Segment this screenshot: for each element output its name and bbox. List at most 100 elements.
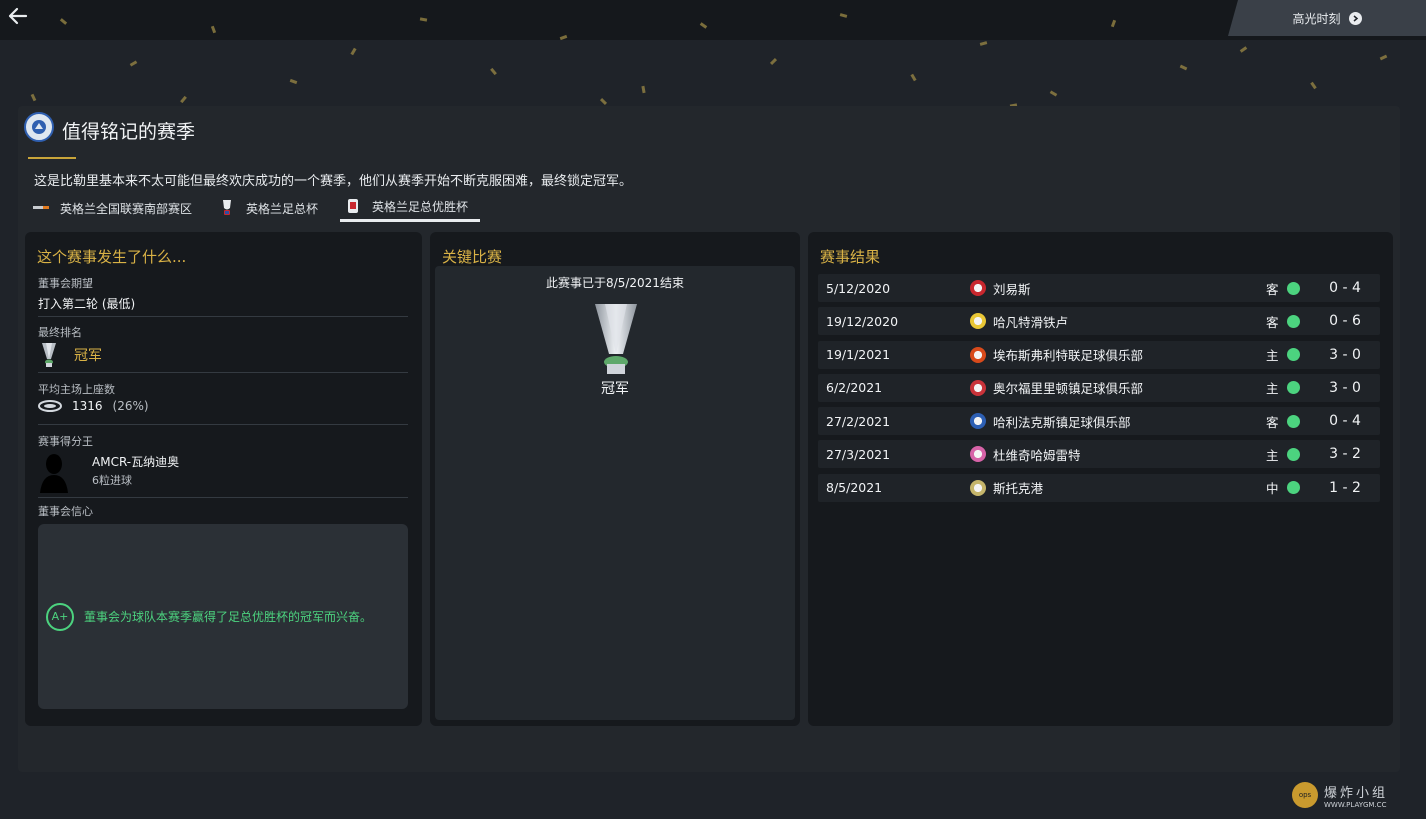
win-indicator-icon (1287, 447, 1300, 461)
top-scorer-section: 赛事得分王 AMCR-瓦纳迪奥 6粒进球 (38, 433, 408, 493)
attendance-section: 平均主场上座数 1316 (26%) (38, 381, 408, 413)
win-indicator-icon (1287, 281, 1300, 295)
top-scorer-label: 赛事得分王 (38, 435, 93, 448)
avg-attendance-value: 1316 (72, 399, 103, 413)
fa-cup-icon (218, 199, 236, 217)
match-venue: 客 (1266, 314, 1279, 330)
tab-label: 英格兰足总杯 (246, 201, 319, 216)
win-indicator-icon (1287, 414, 1300, 428)
opponent-name[interactable]: 哈凡特滑铁卢 (993, 312, 1068, 331)
opponent-name[interactable]: 埃布斯弗利特联足球俱乐部 (993, 345, 1143, 364)
watermark-text: 爆炸小组 (1324, 785, 1389, 801)
team-badge-icon (970, 446, 986, 463)
match-date: 8/5/2021 (826, 480, 883, 496)
result-row[interactable]: 8/5/2021 斯托克港 中 1 - 2 (818, 473, 1380, 502)
watermark: ops 爆炸小组 WWW.PLAYGM.CC (1292, 779, 1418, 811)
final-position-section: 最终排名 冠军 (38, 324, 408, 368)
top-scorer-name[interactable]: AMCR-瓦纳迪奥 (92, 453, 179, 470)
tab-label: 英格兰全国联赛南部赛区 (60, 201, 193, 216)
match-date: 27/2/2021 (826, 413, 891, 429)
top-scorer-goals: 6粒进球 (92, 474, 132, 487)
team-badge-icon (970, 379, 986, 396)
title-underline (28, 157, 76, 159)
match-score[interactable]: 3 - 0 (1322, 380, 1368, 396)
match-score[interactable]: 1 - 2 (1322, 480, 1368, 496)
match-date: 5/12/2020 (826, 280, 891, 296)
player-avatar-icon (40, 454, 68, 493)
result-row[interactable]: 19/1/2021 埃布斯弗利特联足球俱乐部 主 3 - 0 (818, 340, 1380, 369)
opponent-name[interactable]: 刘易斯 (993, 279, 1031, 298)
final-position-value: 冠军 (74, 348, 102, 364)
match-venue: 主 (1266, 381, 1279, 397)
page-title: 值得铭记的赛季 (62, 121, 196, 143)
match-venue: 中 (1266, 481, 1279, 497)
competition-ended-text: 此赛事已于8/5/2021结束 (546, 276, 684, 290)
board-confidence-box: A+ 董事会为球队本赛季赢得了足总优胜杯的冠军而兴奋。 (38, 524, 408, 709)
win-indicator-icon (1287, 481, 1300, 495)
result-row[interactable]: 6/2/2021 奥尔福里里顿镇足球俱乐部 主 3 - 0 (818, 373, 1380, 402)
avg-attendance-percent: (26%) (112, 399, 149, 413)
fa-trophy-icon (344, 198, 362, 216)
team-badge-icon (970, 280, 986, 296)
match-score[interactable]: 3 - 0 (1322, 347, 1368, 363)
key-match-panel: 此赛事已于8/5/2021结束 冠军 (435, 266, 795, 720)
confidence-grade-badge: A+ (46, 602, 74, 631)
divider (38, 316, 408, 317)
competition-tabs: 英格兰全国联赛南部赛区 英格兰足总杯 英格兰足总优胜杯 (28, 194, 490, 224)
confetti-decoration (0, 0, 1426, 120)
result-row[interactable]: 27/2/2021 哈利法克斯镇足球俱乐部 客 0 - 4 (818, 407, 1380, 436)
match-date: 27/3/2021 (826, 446, 891, 462)
board-confidence-label: 董事会信心 (38, 505, 93, 518)
match-score[interactable]: 0 - 6 (1322, 313, 1368, 329)
summary-title: 这个赛事发生了什么... (37, 248, 187, 266)
avg-attendance-label: 平均主场上座数 (38, 383, 115, 396)
opponent-name[interactable]: 哈利法克斯镇足球俱乐部 (993, 412, 1131, 431)
match-date: 19/12/2020 (826, 313, 899, 329)
results-list: 5/12/2020 刘易斯客 0 - 4 19/12/2020 哈凡特滑铁卢客 0 - 6… (818, 274, 1380, 507)
board-expectation-value: 打入第二轮 (最低) (38, 297, 136, 311)
result-row[interactable]: 19/12/2020 哈凡特滑铁卢 客 0 - 6 (818, 307, 1380, 336)
match-venue: 客 (1266, 414, 1279, 430)
season-description: 这是比勒里基本来不太可能但最终欢庆成功的一个赛季，他们从赛季开始不断克服困难，最… (34, 174, 633, 189)
competition-results-card: 赛事结果 5/12/2020 刘易斯客 0 - 4 19/12/2020 哈凡特滑铁卢客… (808, 232, 1393, 726)
match-score[interactable]: 0 - 4 (1322, 280, 1368, 296)
tab-fa-trophy[interactable]: 英格兰足总优胜杯 (340, 194, 481, 222)
season-panel: 值得铭记的赛季 这是比勒里基本来不太可能但最终欢庆成功的一个赛季，他们从赛季开始… (18, 106, 1400, 772)
trophy-icon (595, 304, 637, 374)
final-position-label: 最终排名 (38, 326, 82, 339)
divider (38, 424, 408, 425)
club-badge-icon (24, 112, 54, 142)
opponent-name[interactable]: 奥尔福里里顿镇足球俱乐部 (993, 378, 1143, 397)
opponent-name[interactable]: 斯托克港 (993, 478, 1043, 497)
season-summary-card: 这个赛事发生了什么... 董事会期望 打入第二轮 (最低) 最终排名 冠军 平均… (25, 232, 422, 726)
key-match-result: 冠军 (601, 381, 629, 397)
match-date: 6/2/2021 (826, 380, 883, 396)
result-row[interactable]: 27/3/2021 杜维奇哈姆雷特 主 3 - 2 (818, 440, 1380, 469)
trophy-icon (42, 343, 56, 367)
tab-label: 英格兰足总优胜杯 (372, 200, 469, 214)
team-badge-icon (970, 346, 986, 363)
league-logo-icon (32, 199, 50, 217)
match-venue: 客 (1266, 281, 1279, 297)
win-indicator-icon (1287, 381, 1300, 395)
divider (38, 497, 408, 498)
result-row[interactable]: 5/12/2020 刘易斯 客 0 - 4 (818, 274, 1380, 302)
tab-national-league-south[interactable]: 英格兰全国联赛南部赛区 (28, 194, 204, 222)
opponent-name[interactable]: 杜维奇哈姆雷特 (993, 445, 1081, 464)
team-badge-icon (970, 479, 986, 496)
board-expectation-section: 董事会期望 打入第二轮 (最低) (38, 275, 408, 312)
match-score[interactable]: 3 - 2 (1322, 446, 1368, 462)
win-indicator-icon (1287, 348, 1300, 362)
match-date: 19/1/2021 (826, 347, 891, 363)
match-venue: 主 (1266, 447, 1279, 463)
board-confidence-section: 董事会信心 (38, 503, 408, 519)
tab-fa-cup[interactable]: 英格兰足总杯 (214, 194, 330, 222)
key-match-card: 关键比赛 此赛事已于8/5/2021结束 冠军 (430, 232, 800, 726)
watermark-url: WWW.PLAYGM.CC (1324, 800, 1387, 809)
board-expectation-label: 董事会期望 (38, 277, 93, 290)
match-score[interactable]: 0 - 4 (1322, 413, 1368, 429)
results-title: 赛事结果 (820, 248, 881, 266)
team-badge-icon (970, 413, 986, 430)
match-venue: 主 (1266, 348, 1279, 364)
confidence-text: 董事会为球队本赛季赢得了足总优胜杯的冠军而兴奋。 (84, 610, 373, 624)
